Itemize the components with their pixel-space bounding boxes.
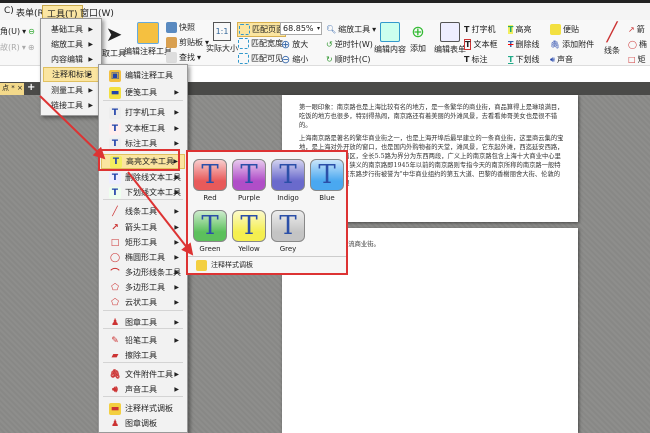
red-arrow-1 — [39, 95, 106, 160]
annotation-arrows — [39, 95, 194, 256]
highlight-tool-box — [98, 149, 180, 171]
red-arrow-2 — [127, 171, 194, 256]
